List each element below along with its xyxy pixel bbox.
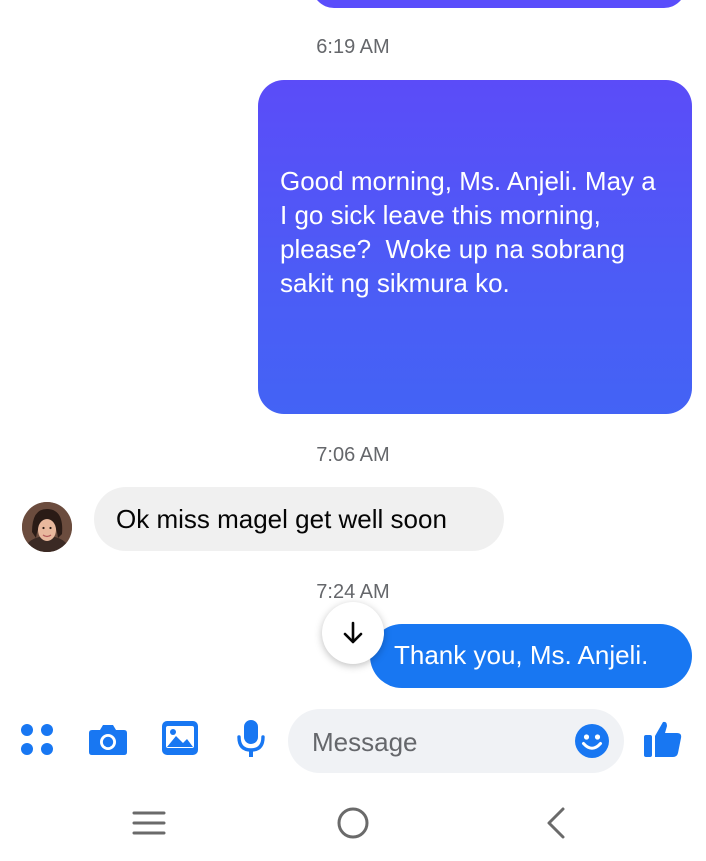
emoji-icon [575, 724, 609, 758]
message-paragraph: Good morning, Ms. Anjeli. May a I go sic… [280, 166, 663, 298]
scroll-to-bottom-button[interactable] [322, 602, 384, 664]
gallery-icon [162, 721, 198, 755]
back-icon [547, 807, 565, 839]
message-composer [288, 709, 624, 773]
camera-icon [89, 725, 127, 755]
previous-message-bubble [312, 0, 686, 8]
contact-avatar[interactable] [22, 502, 72, 552]
like-button[interactable] [643, 719, 683, 759]
message-input[interactable] [310, 723, 564, 761]
gallery-button[interactable] [161, 720, 199, 756]
home-button[interactable] [336, 806, 370, 840]
apps-icon [21, 724, 53, 755]
thumbs-up-icon [644, 721, 682, 757]
arrow-down-icon [343, 621, 363, 644]
avatar-image [22, 502, 72, 552]
incoming-message-bubble[interactable]: Ok miss magel get well soon [94, 487, 504, 551]
message-text: Thank you, Ms. Anjeli. [394, 640, 649, 670]
outgoing-message-bubble[interactable]: Thank you, Ms. Anjeli. [370, 624, 692, 688]
camera-button[interactable] [88, 721, 128, 757]
timestamp: 7:24 AM [316, 581, 390, 603]
back-button[interactable] [544, 806, 568, 840]
timestamp: 6:19 AM [316, 36, 390, 58]
timestamp: 7:06 AM [316, 444, 390, 466]
voice-button[interactable] [236, 719, 266, 759]
apps-button[interactable] [20, 722, 54, 756]
outgoing-message-bubble[interactable]: Good morning, Ms. Anjeli. May a I go sic… [258, 80, 692, 570]
recent-apps-button[interactable] [132, 808, 166, 838]
microphone-icon [237, 720, 265, 757]
message-text: Ok miss magel get well soon [116, 504, 447, 534]
system-navigation-bar [0, 790, 706, 861]
emoji-button[interactable] [574, 723, 610, 759]
recent-apps-icon [132, 811, 166, 835]
home-icon [337, 807, 369, 839]
